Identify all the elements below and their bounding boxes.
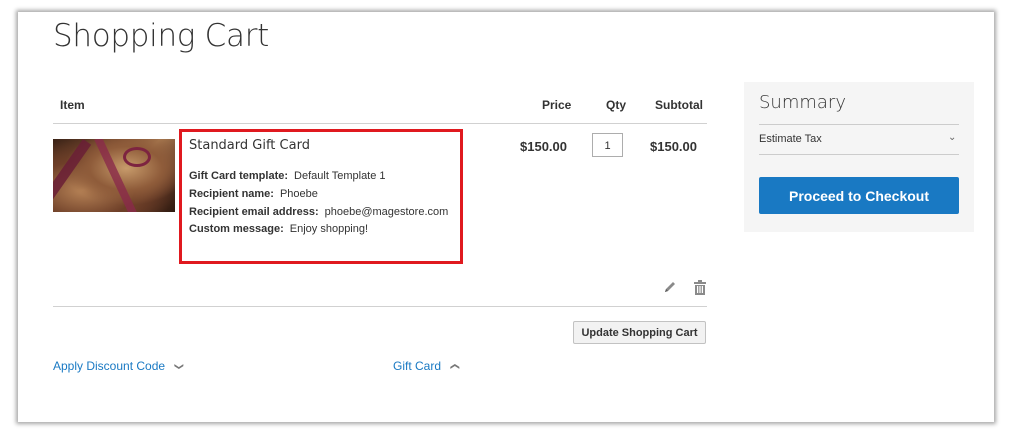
apply-discount-toggle[interactable]: Apply Discount Code ❯ xyxy=(53,359,185,373)
option-label: Gift Card template: xyxy=(189,170,289,182)
option-label: Recipient name: xyxy=(189,188,274,200)
option-label: Recipient email address: xyxy=(189,206,319,218)
estimate-tax-toggle[interactable]: Estimate Tax xyxy=(759,133,822,145)
ribbon-decoration xyxy=(53,139,92,212)
summary-divider xyxy=(759,124,959,125)
edit-icon[interactable] xyxy=(663,280,677,294)
option-label: Custom message: xyxy=(189,223,284,235)
chevron-up-icon: ❮ xyxy=(450,362,461,371)
proceed-to-checkout-button[interactable]: Proceed to Checkout xyxy=(759,177,959,214)
gift-card-label: Gift Card xyxy=(393,359,442,373)
item-subtotal: $150.00 xyxy=(650,139,697,154)
page-frame: Shopping Cart Item Price Qty Subtotal St… xyxy=(18,12,994,422)
summary-title: Summary xyxy=(759,92,846,113)
chevron-down-icon: ❯ xyxy=(174,362,185,371)
page-title: Shopping Cart xyxy=(53,18,270,54)
quantity-input[interactable]: 1 xyxy=(592,133,623,157)
column-header-price: Price xyxy=(542,98,572,112)
summary-panel: Summary Estimate Tax ⌄ Proceed to Checko… xyxy=(744,82,974,232)
summary-divider xyxy=(759,154,959,155)
option-recipient-email: Recipient email address: phoebe@magestore… xyxy=(189,206,448,218)
header-divider xyxy=(53,123,707,124)
item-price: $150.00 xyxy=(520,139,567,154)
product-name[interactable]: Standard Gift Card xyxy=(189,138,310,153)
option-gift-card-template: Gift Card template: Default Template 1 xyxy=(189,170,386,182)
column-header-item: Item xyxy=(60,98,85,112)
option-value: phoebe@magestore.com xyxy=(324,206,449,218)
option-value: Enjoy shopping! xyxy=(289,223,369,235)
bow-decoration xyxy=(123,147,151,167)
update-cart-button[interactable]: Update Shopping Cart xyxy=(573,321,706,344)
column-header-subtotal: Subtotal xyxy=(655,98,703,112)
chevron-down-icon[interactable]: ⌄ xyxy=(948,132,956,143)
trash-icon[interactable] xyxy=(693,280,707,295)
apply-discount-label: Apply Discount Code xyxy=(53,359,166,373)
row-divider xyxy=(53,306,707,307)
product-thumbnail[interactable] xyxy=(53,139,175,212)
option-value: Default Template 1 xyxy=(294,170,386,182)
column-header-qty: Qty xyxy=(606,98,627,112)
option-recipient-name: Recipient name: Phoebe xyxy=(189,188,318,200)
option-custom-message: Custom message: Enjoy shopping! xyxy=(189,223,368,235)
option-value: Phoebe xyxy=(279,188,318,200)
gift-card-toggle[interactable]: Gift Card ❮ xyxy=(393,359,461,373)
